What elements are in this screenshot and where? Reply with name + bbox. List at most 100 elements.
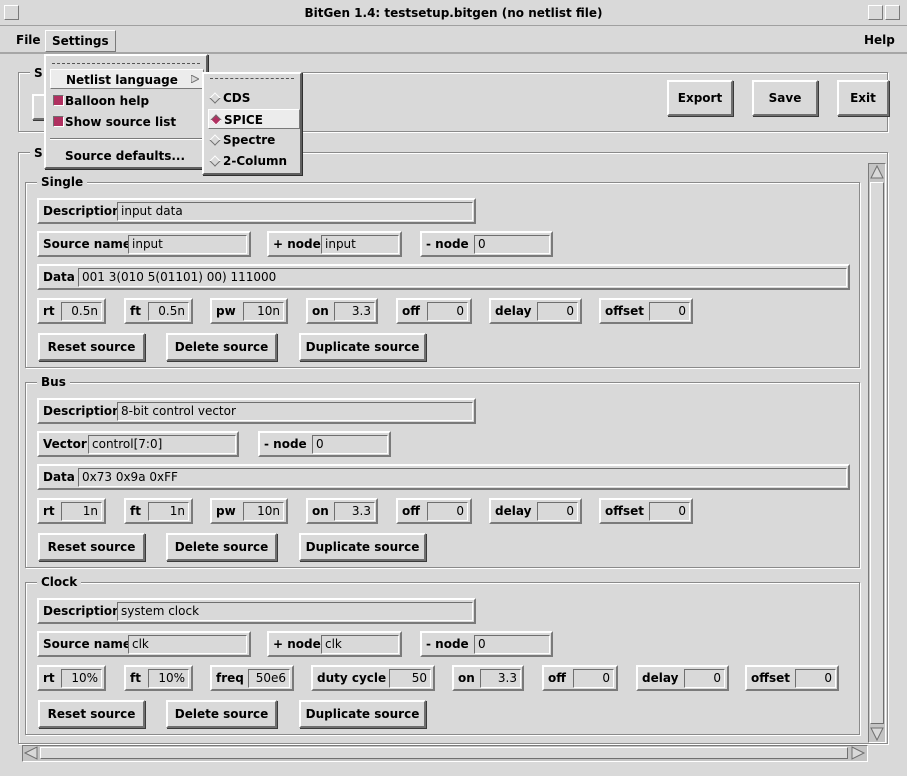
clock-duty-input[interactable]: 50 <box>389 669 431 688</box>
clock-freq-input[interactable]: 50e6 <box>248 669 290 688</box>
bus-minus-node-box: - node 0 <box>258 431 391 457</box>
clock-duplicate-source-button[interactable]: Duplicate source <box>299 700 426 728</box>
netlist-option-cds[interactable]: CDS <box>208 88 300 108</box>
bus-ft-input[interactable]: 1n <box>148 502 189 521</box>
single-data-box: Data 001 3(010 5(01101) 00) 111000 <box>37 264 850 290</box>
single-off-input[interactable]: 0 <box>427 302 468 321</box>
menu-item-balloon-help[interactable]: Balloon help <box>50 91 149 111</box>
bus-pw-box: pw 10n <box>210 498 288 524</box>
radio-cds-icon <box>209 92 221 104</box>
single-plus-node-input[interactable]: input <box>321 235 399 254</box>
single-delete-source-button[interactable]: Delete source <box>166 333 277 361</box>
clock-plus-node-input[interactable]: clk <box>321 635 399 654</box>
scroll-right-arrow-icon[interactable] <box>850 746 866 761</box>
single-delay-input[interactable]: 0 <box>537 302 578 321</box>
clock-delete-source-button[interactable]: Delete source <box>166 700 277 728</box>
bus-description-input[interactable]: 8-bit control vector <box>117 402 473 421</box>
single-offset-box: offset 0 <box>599 298 693 324</box>
save-button[interactable]: Save <box>752 80 818 116</box>
bus-delete-source-button[interactable]: Delete source <box>166 533 277 561</box>
bus-offset-box: offset 0 <box>599 498 693 524</box>
clock-minus-node-box: - node 0 <box>420 631 553 657</box>
submenu-arrow-icon <box>191 75 199 83</box>
single-rt-box: rt 0.5n <box>37 298 106 324</box>
single-rt-input[interactable]: 0.5n <box>61 302 102 321</box>
netlist-option-2-column[interactable]: 2-Column <box>208 151 300 171</box>
single-data-input[interactable]: 001 3(010 5(01101) 00) 111000 <box>78 268 847 287</box>
bus-off-input[interactable]: 0 <box>427 502 468 521</box>
bus-reset-source-button[interactable]: Reset source <box>38 533 145 561</box>
single-delay-box: delay 0 <box>489 298 582 324</box>
menu-separator <box>50 138 202 140</box>
single-pw-input[interactable]: 10n <box>243 302 284 321</box>
clock-off-input[interactable]: 0 <box>573 669 614 688</box>
minimize-button[interactable] <box>868 5 883 20</box>
bus-ft-box: ft 1n <box>124 498 193 524</box>
clock-offset-input[interactable]: 0 <box>795 669 836 688</box>
bus-off-box: off 0 <box>396 498 472 524</box>
settings-dropdown: Netlist language Balloon help Show sourc… <box>44 54 208 169</box>
bus-vector-box: Vector control[7:0] <box>37 431 239 457</box>
clock-description-box: Description system clock <box>37 598 476 624</box>
clock-description-input[interactable]: system clock <box>117 602 473 621</box>
maximize-button[interactable] <box>885 5 900 20</box>
netlist-language-submenu: CDS SPICE Spectre 2-Column <box>202 72 302 175</box>
bus-duplicate-source-button[interactable]: Duplicate source <box>299 533 426 561</box>
single-duplicate-source-button[interactable]: Duplicate source <box>299 333 426 361</box>
single-offset-input[interactable]: 0 <box>649 302 690 321</box>
submenu-tearoff-line[interactable] <box>210 78 294 79</box>
menu-help[interactable]: Help <box>858 30 901 52</box>
menu-file[interactable]: File <box>10 30 47 52</box>
title-bar: BitGen 1.4: testsetup.bitgen (no netlist… <box>0 0 907 26</box>
bus-description-box: Description 8-bit control vector <box>37 398 476 424</box>
clock-delay-input[interactable]: 0 <box>684 669 725 688</box>
clock-source-title: Clock <box>37 575 82 589</box>
clock-rt-box: rt 10% <box>37 665 106 691</box>
bus-minus-node-input[interactable]: 0 <box>312 435 388 454</box>
menu-settings[interactable]: Settings <box>45 30 116 52</box>
netlist-option-spice[interactable]: SPICE <box>208 109 300 129</box>
show-source-list-checkbox-icon <box>53 116 64 127</box>
menu-item-netlist-language[interactable]: Netlist language <box>50 69 204 89</box>
single-ft-input[interactable]: 0.5n <box>148 302 189 321</box>
tearoff-line[interactable] <box>52 63 200 64</box>
clock-minus-node-input[interactable]: 0 <box>474 635 550 654</box>
exit-button[interactable]: Exit <box>837 80 889 116</box>
scroll-left-arrow-icon[interactable] <box>23 746 39 761</box>
clock-ft-input[interactable]: 10% <box>148 669 189 688</box>
single-source-name-input[interactable]: input <box>128 235 247 254</box>
menu-item-source-defaults[interactable]: Source defaults... <box>50 146 185 166</box>
bus-data-input[interactable]: 0x73 0x9a 0xFF <box>78 468 847 487</box>
scroll-down-arrow-icon[interactable] <box>869 726 885 742</box>
clock-rt-input[interactable]: 10% <box>61 669 102 688</box>
menu-item-show-source-list[interactable]: Show source list <box>50 112 176 132</box>
single-description-box: Description input data <box>37 198 476 224</box>
single-on-input[interactable]: 3.3 <box>334 302 375 321</box>
bus-rt-input[interactable]: 1n <box>61 502 102 521</box>
bus-source-title: Bus <box>37 375 70 389</box>
scroll-up-arrow-icon[interactable] <box>869 164 885 180</box>
export-button[interactable]: Export <box>667 80 733 116</box>
clock-ft-box: ft 10% <box>124 665 193 691</box>
bus-on-box: on 3.3 <box>306 498 378 524</box>
vertical-scroll-thumb[interactable] <box>870 182 884 724</box>
single-description-input[interactable]: input data <box>117 202 473 221</box>
clock-on-input[interactable]: 3.3 <box>480 669 521 688</box>
single-reset-source-button[interactable]: Reset source <box>38 333 145 361</box>
bus-pw-input[interactable]: 10n <box>243 502 284 521</box>
bus-rt-box: rt 1n <box>37 498 106 524</box>
horizontal-scrollbar[interactable] <box>22 745 868 762</box>
bus-delay-input[interactable]: 0 <box>537 502 578 521</box>
bus-offset-input[interactable]: 0 <box>649 502 690 521</box>
clock-reset-source-button[interactable]: Reset source <box>38 700 145 728</box>
balloon-help-checkbox-icon <box>53 95 64 106</box>
radio-spectre-icon <box>209 134 221 146</box>
netlist-option-spectre[interactable]: Spectre <box>208 130 300 150</box>
single-off-box: off 0 <box>396 298 472 324</box>
bus-vector-input[interactable]: control[7:0] <box>88 435 236 454</box>
horizontal-scroll-thumb[interactable] <box>40 747 848 759</box>
bus-on-input[interactable]: 3.3 <box>334 502 375 521</box>
clock-source-name-input[interactable]: clk <box>128 635 247 654</box>
vertical-scrollbar[interactable] <box>868 163 886 743</box>
single-minus-node-input[interactable]: 0 <box>474 235 550 254</box>
